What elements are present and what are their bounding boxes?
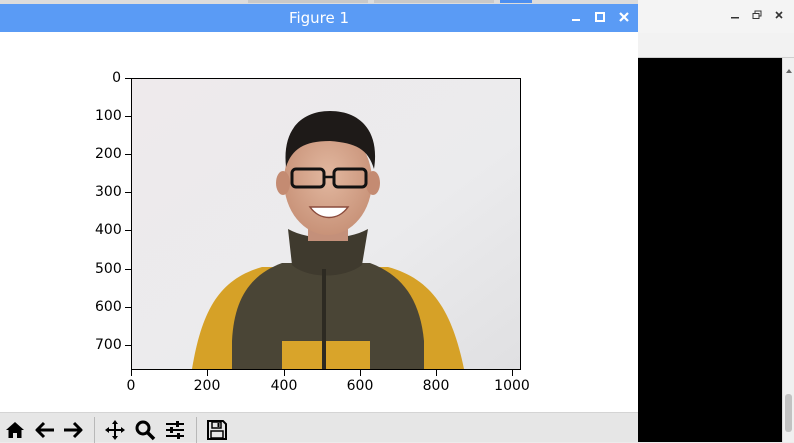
- background-window-titlebar: [638, 0, 794, 33]
- figure-titlebar[interactable]: Figure 1: [0, 4, 638, 32]
- y-tick-label: 0: [112, 70, 121, 86]
- x-tick-mark: [512, 370, 513, 376]
- x-tick-label: 800: [422, 378, 450, 394]
- close-icon[interactable]: [772, 9, 786, 23]
- home-icon: [6, 422, 24, 438]
- y-tick-mark: [125, 78, 131, 79]
- y-tick-mark: [125, 116, 131, 117]
- magnifier-icon: [135, 420, 156, 441]
- minimize-icon[interactable]: [569, 11, 583, 25]
- sliders-icon: [166, 421, 184, 439]
- move-icon: [105, 420, 125, 440]
- y-tick-label: 300: [95, 184, 122, 200]
- x-tick-mark: [207, 370, 208, 376]
- y-tick-mark: [125, 345, 131, 346]
- pan-button[interactable]: [102, 417, 128, 443]
- maximize-icon[interactable]: [593, 11, 607, 25]
- x-tick-mark: [284, 370, 285, 376]
- terminal-content: [638, 58, 782, 442]
- y-tick-mark: [125, 154, 131, 155]
- x-tick-mark: [360, 370, 361, 376]
- window-title: Figure 1: [288, 9, 350, 27]
- back-button[interactable]: [32, 417, 58, 443]
- x-tick-mark: [436, 370, 437, 376]
- navigation-toolbar: [0, 412, 638, 443]
- arrow-right-icon: [64, 421, 83, 439]
- scrollbar[interactable]: [782, 58, 794, 442]
- floppy-disk-icon: [207, 420, 227, 440]
- x-tick-label: 600: [346, 378, 374, 394]
- save-button[interactable]: [204, 417, 230, 443]
- minimize-icon[interactable]: [728, 9, 742, 23]
- displayed-photo: [132, 79, 520, 369]
- restore-icon[interactable]: [750, 9, 764, 23]
- image-axes[interactable]: [131, 78, 521, 370]
- y-tick-label: 200: [95, 146, 122, 162]
- y-tick-mark: [125, 230, 131, 231]
- x-tick-label: 200: [193, 378, 221, 394]
- x-tick-label: 1000: [494, 378, 530, 394]
- y-tick-label: 500: [95, 261, 122, 277]
- toolbar-separator: [196, 417, 197, 443]
- y-tick-mark: [125, 269, 131, 270]
- toolbar-separator: [94, 417, 95, 443]
- y-tick-label: 600: [95, 299, 122, 315]
- x-tick-label: 0: [126, 378, 136, 394]
- forward-button[interactable]: [60, 417, 86, 443]
- configure-subplots-button[interactable]: [162, 417, 188, 443]
- y-tick-label: 400: [95, 222, 122, 238]
- y-tick-mark: [125, 192, 131, 193]
- y-tick-label: 100: [95, 108, 122, 124]
- y-tick-label: 700: [95, 337, 122, 353]
- scrollbar-thumb[interactable]: [785, 394, 792, 432]
- plot-canvas[interactable]: 0 100 200 300 400 500 600 700 0 200 400 …: [0, 32, 638, 412]
- background-window: [638, 0, 794, 442]
- y-tick-mark: [125, 307, 131, 308]
- zoom-button[interactable]: [132, 417, 158, 443]
- x-tick-mark: [131, 370, 132, 376]
- arrow-left-icon: [35, 421, 54, 439]
- close-icon[interactable]: [617, 11, 631, 25]
- scroll-up-icon[interactable]: [785, 60, 793, 73]
- x-tick-label: 400: [270, 378, 298, 394]
- figure-window: Figure 1 0 100 200 300 400 500 600 700 0…: [0, 4, 638, 443]
- home-button[interactable]: [2, 417, 28, 443]
